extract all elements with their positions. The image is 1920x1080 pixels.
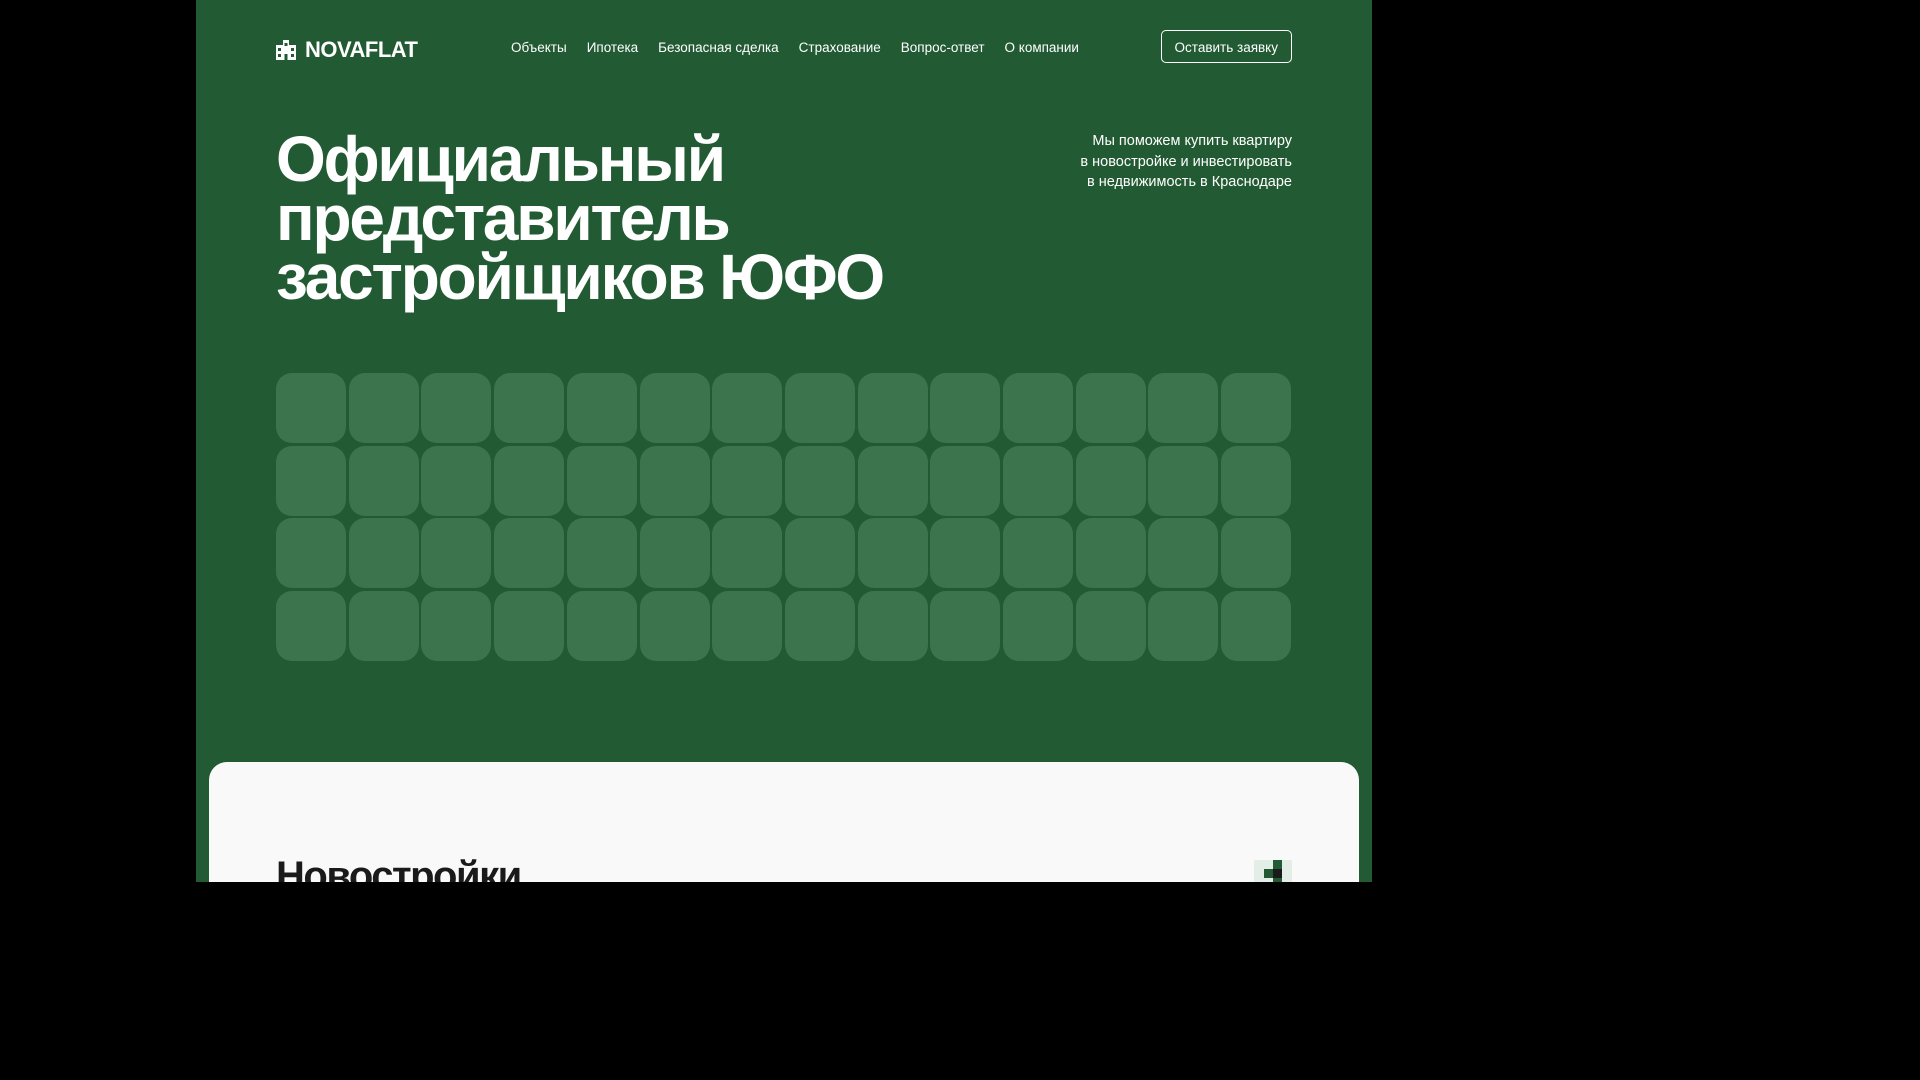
grid-tile — [1003, 518, 1073, 589]
grid-tile — [1075, 445, 1146, 516]
grid-tile — [348, 518, 419, 589]
grid-tile — [712, 518, 783, 589]
grid-tile — [494, 373, 565, 443]
grid-tile — [1075, 518, 1146, 589]
main-nav: Объекты Ипотека Безопасная сделка Страхо… — [511, 40, 1099, 55]
grid-tile — [1221, 373, 1292, 443]
grid-tile — [494, 445, 565, 516]
grid-tile — [857, 591, 928, 662]
grid-tile — [566, 591, 637, 662]
grid-tile — [857, 445, 928, 516]
grid-tile — [1221, 591, 1292, 662]
grid-tile — [1003, 373, 1073, 443]
nav-item-insurance[interactable]: Страхование — [799, 40, 881, 55]
nav-item-mortgage[interactable]: Ипотека — [587, 40, 638, 55]
hero-title: Официальный представитель застройщиков Ю… — [276, 123, 885, 313]
hero-title-line: Официальный — [276, 123, 726, 195]
grid-tile — [276, 445, 346, 516]
grid-tile — [1003, 445, 1073, 516]
hero-title-line: представитель — [276, 182, 731, 254]
grid-tile — [1148, 373, 1219, 443]
grid-tile — [1221, 518, 1292, 589]
grid-tile — [421, 445, 492, 516]
new-buildings-panel: Новостройки — [209, 762, 1359, 882]
grid-tile — [1003, 591, 1073, 662]
decorative-tile-grid — [276, 373, 1292, 662]
grid-tile — [1075, 373, 1146, 443]
grid-tile — [276, 373, 346, 443]
grid-tile — [1075, 591, 1146, 662]
nav-item-about[interactable]: О компании — [1005, 40, 1079, 55]
grid-tile — [639, 518, 710, 589]
grid-tile — [784, 591, 855, 662]
hero-title-line: застройщиков ЮФО — [276, 241, 885, 313]
grid-tile — [639, 445, 710, 516]
grid-tile — [930, 591, 1001, 662]
grid-tile — [348, 591, 419, 662]
nav-item-faq[interactable]: Вопрос-ответ — [901, 40, 985, 55]
grid-tile — [348, 445, 419, 516]
grid-tile — [712, 591, 783, 662]
page-frame: NOVAFLAT Объекты Ипотека Безопасная сдел… — [196, 0, 1372, 882]
nav-item-objects[interactable]: Объекты — [511, 40, 567, 55]
grid-tile — [857, 373, 928, 443]
grid-tile — [1221, 445, 1292, 516]
hero-subtitle-line: Мы поможем купить квартиру — [1092, 133, 1292, 149]
grid-tile — [784, 373, 855, 443]
grid-tile — [494, 591, 565, 662]
grid-tile — [276, 591, 346, 662]
grid-tile — [1148, 591, 1219, 662]
grid-tile — [639, 373, 710, 443]
grid-tile — [639, 591, 710, 662]
grid-tile — [1148, 445, 1219, 516]
grid-tile — [930, 373, 1001, 443]
section-title: Новостройки — [276, 854, 522, 882]
hero-subtitle-line: в новостройке и инвестировать — [1080, 153, 1292, 170]
logo-text: NOVAFLAT — [305, 37, 418, 62]
grid-tile — [348, 373, 419, 443]
hero-subtitle: Мы поможем купить квартиру в новостройке… — [1032, 131, 1292, 193]
grid-tile — [930, 518, 1001, 589]
grid-tile — [857, 518, 928, 589]
grid-tile — [566, 445, 637, 516]
grid-tile — [494, 518, 565, 589]
nav-item-safe-deal[interactable]: Безопасная сделка — [658, 40, 779, 55]
hero-subtitle-line: в недвижимость в Краснодаре — [1086, 174, 1292, 190]
grid-tile — [421, 373, 492, 443]
grid-tile — [566, 518, 637, 589]
grid-tile — [421, 591, 492, 662]
logo[interactable]: NOVAFLAT — [276, 37, 418, 63]
grid-tile — [784, 445, 855, 516]
grid-tile — [276, 518, 346, 589]
grid-tile — [784, 518, 855, 589]
grid-tile — [1148, 518, 1219, 589]
grid-tile — [930, 445, 1001, 516]
grid-tile — [712, 373, 783, 443]
site-header: NOVAFLAT Объекты Ипотека Безопасная сдел… — [276, 30, 1292, 66]
pixel-mark-icon — [1254, 860, 1292, 882]
request-button[interactable]: Оставить заявку — [1160, 30, 1292, 63]
grid-tile — [566, 373, 637, 443]
building-icon — [276, 40, 296, 60]
grid-tile — [421, 518, 492, 589]
grid-tile — [712, 445, 783, 516]
